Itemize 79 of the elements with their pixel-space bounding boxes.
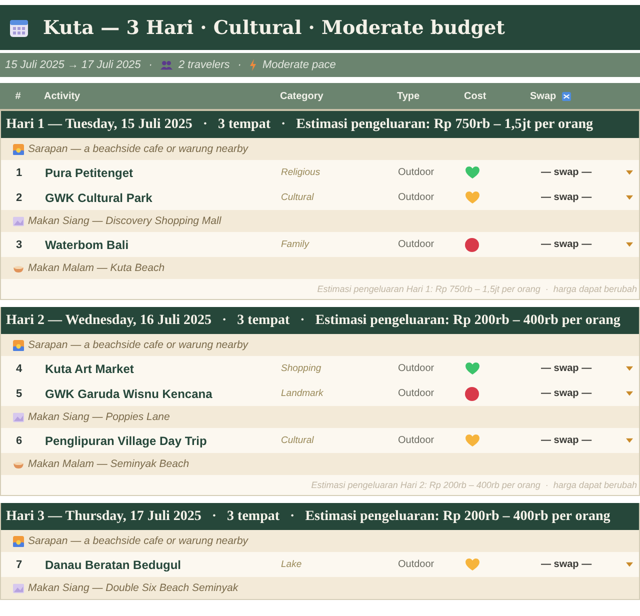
row-number: 7 [14,558,24,570]
category-text: Lake [281,559,303,570]
swap-dropdown[interactable]: — swap — [531,358,639,378]
date-range: 15 Juli 2025 → 17 Juli 2025 [5,59,141,71]
row-number: 3 [14,238,24,250]
meal-text: Sarapan — a beachside cafe or warung nearby [28,535,248,547]
meal-text: Makan Siang — Poppies Lane [28,411,170,423]
column-header: Category [280,90,324,102]
type-text: Outdoor [398,435,436,446]
day-footer-note: Estimasi pengeluaran Hari 1: Rp 750rb – 1,5jt per orang · harga dapat berubah [1,279,639,299]
meal-text: Makan Siang — Double Six Beach Seminyak [28,582,238,594]
row-number: 6 [14,434,24,446]
meal-text: Makan Siang — Discovery Shopping Mall [28,215,222,227]
calendar-icon [9,18,29,38]
bowl-icon [13,264,24,272]
swap-dropdown[interactable]: — swap — [531,430,639,450]
caret-icon [626,562,633,567]
activity-name: Pura Petitenget [44,166,134,180]
swap-dropdown[interactable]: — swap — [531,162,639,182]
caret-icon [626,366,633,371]
type-text: Outdoor [398,239,436,250]
sunrise-icon [13,536,24,546]
type-text: Outdoor [398,167,436,178]
people-icon [160,60,174,70]
category-text: Shopping [281,363,322,374]
column-header: Swap [530,90,640,102]
row-number: 5 [14,388,24,400]
category-text: Religious [281,167,322,178]
day-header: Hari 3 — Thursday, 17 Juli 2025 · 3 tempat · Estimasi pengeluaran: Rp 200rb – 400rb per orang [1,503,639,530]
swap-dropdown[interactable]: — swap — [531,188,639,208]
separator: · [238,59,242,71]
caret-icon [626,438,633,443]
caret-icon [626,391,633,396]
column-header: Activity [43,90,82,102]
type-text: Outdoor [398,388,436,399]
category-text: Family [281,239,310,250]
separator: · [148,59,152,71]
picture-icon [13,582,24,594]
column-header: Type [397,90,421,102]
category-text: Cultural [281,192,315,203]
row-number: 2 [14,192,24,204]
meal-text: Sarapan — a beachside cafe or warung nearby [28,339,248,351]
swap-dropdown[interactable]: — swap — [531,384,639,404]
meal-text: Makan Malam — Seminyak Beach [28,458,190,470]
category-text: Landmark [281,388,324,399]
day-header: Hari 1 — Tuesday, 15 Juli 2025 · 3 tempat · Estimasi pengeluaran: Rp 750rb – 1,5jt per orang [1,111,639,138]
activity-name: Penglipuran Village Day Trip [44,434,208,448]
type-text: Outdoor [398,559,436,570]
caret-icon [626,242,633,247]
row-number: 1 [14,166,24,178]
day-header: Hari 2 — Wednesday, 16 Juli 2025 · 3 tempat · Estimasi pengeluaran: Rp 200rb – 400rb per orang [1,307,639,334]
swap-dropdown[interactable]: — swap — [531,554,639,574]
pace-label: Moderate pace [262,59,336,71]
activity-name: Danau Beratan Bedugul [44,558,182,572]
activity-name: Kuta Art Market [44,362,135,376]
picture-icon [13,412,24,422]
travelers-count: 2 travelers [178,59,230,71]
swap-dropdown[interactable]: — swap — [531,234,639,254]
caret-icon [626,195,633,200]
activity-name: GWK Cultural Park [44,190,154,204]
activity-name: GWK Garuda Wisnu Kencana [44,386,214,400]
sunrise-icon [13,144,24,154]
meal-text: Sarapan — a beachside cafe or warung nearby [28,143,248,155]
column-header: # [14,90,22,102]
day-footer-note: Estimasi pengeluaran Hari 2: Rp 200rb – 400rb per orang · harga dapat berubah [1,475,639,495]
category-text: Cultural [281,435,315,446]
type-text: Outdoor [398,192,436,203]
type-text: Outdoor [398,363,436,374]
shuffle-icon [562,92,572,100]
column-header: Cost [463,90,488,102]
caret-icon [626,170,633,175]
bowl-icon [13,460,24,468]
sunrise-icon [13,340,24,350]
row-number: 4 [14,362,24,374]
page-title: Kuta — 3 Hari · Cultural · Moderate budget [43,16,505,38]
activity-name: Waterbom Bali [44,238,130,252]
meal-text: Makan Malam — Kuta Beach [28,262,165,274]
picture-icon [13,216,24,226]
lightning-icon [249,59,258,71]
